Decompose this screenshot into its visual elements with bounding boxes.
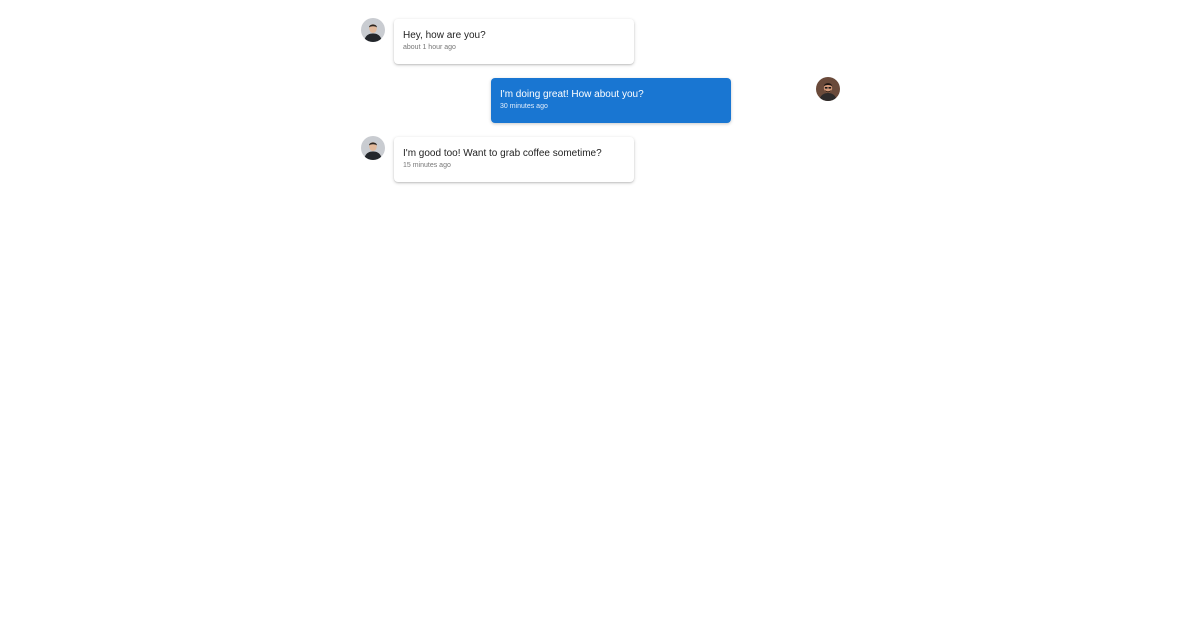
message-text: I'm good too! Want to grab coffee someti…	[403, 148, 602, 159]
contact-avatar-icon	[361, 18, 385, 42]
message-timestamp: about 1 hour ago	[403, 44, 456, 51]
message-timestamp: 15 minutes ago	[403, 162, 451, 169]
chat-thread: Hey, how are you? about 1 hour ago I'm d…	[0, 0, 1200, 630]
user-avatar[interactable]	[816, 77, 840, 101]
message-bubble[interactable]: I'm doing great! How about you? 30 minut…	[491, 78, 731, 123]
contact-avatar[interactable]	[361, 18, 385, 42]
message-text: I'm doing great! How about you?	[500, 89, 644, 100]
message-bubble[interactable]: I'm good too! Want to grab coffee someti…	[394, 137, 634, 182]
message-timestamp: 30 minutes ago	[500, 103, 548, 110]
message-text: Hey, how are you?	[403, 30, 486, 41]
contact-avatar-icon	[361, 136, 385, 160]
contact-avatar[interactable]	[361, 136, 385, 160]
user-avatar-icon	[816, 77, 840, 101]
message-bubble[interactable]: Hey, how are you? about 1 hour ago	[394, 19, 634, 64]
